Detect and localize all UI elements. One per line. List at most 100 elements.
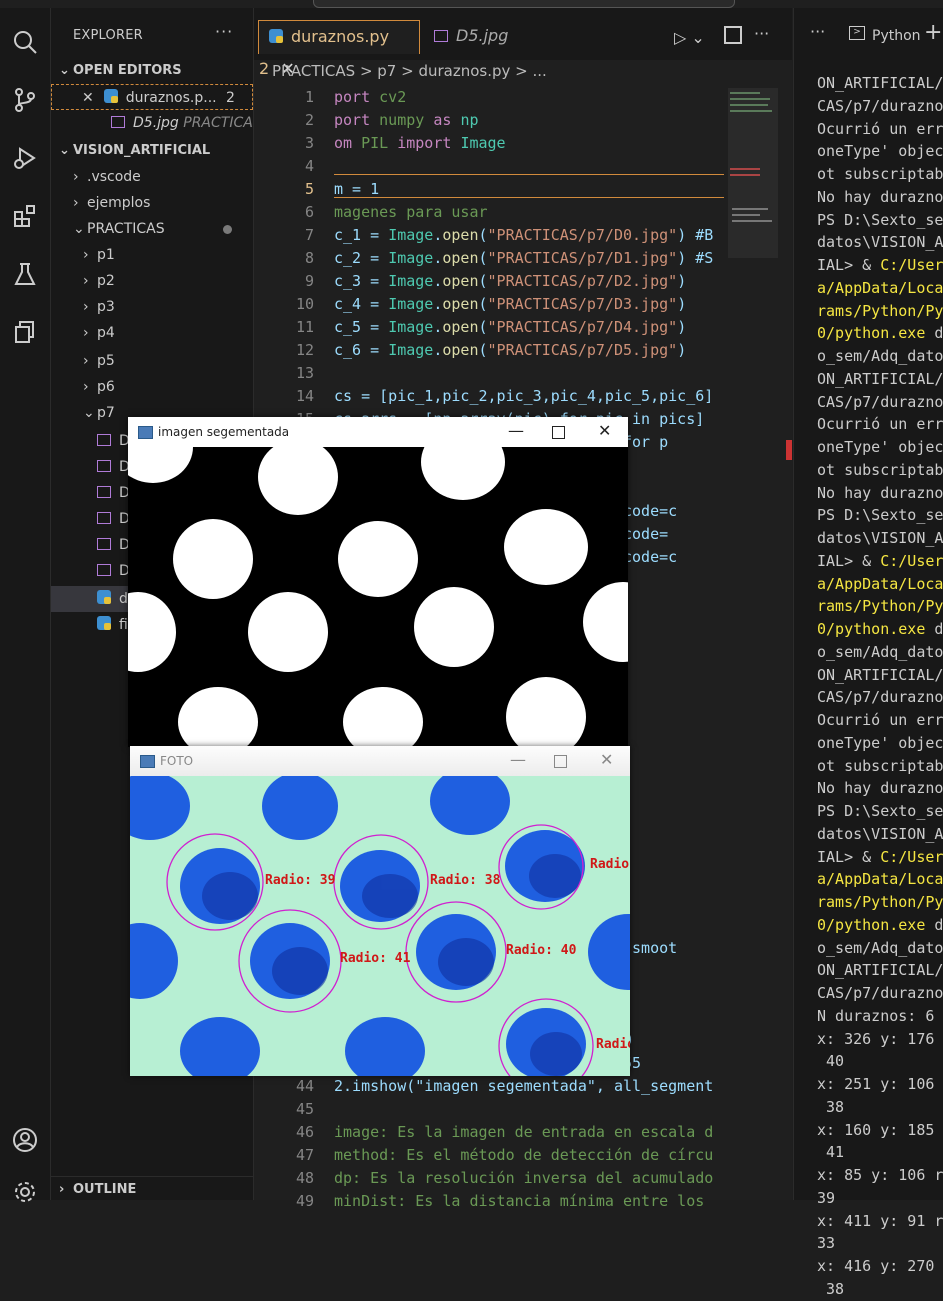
- window-titlebar[interactable]: imagen segementada — ✕: [128, 417, 628, 447]
- tree-label: p5: [97, 353, 115, 369]
- gear-icon[interactable]: [0, 1168, 50, 1216]
- python-file-icon: [269, 29, 283, 43]
- foto-window[interactable]: FOTO — ✕ Radio: 39 Radio: 38 Radio Radio…: [130, 746, 630, 1076]
- segmented-image-window[interactable]: imagen segementada — ✕: [128, 417, 628, 747]
- run-icon[interactable]: ▷ ⌄: [674, 28, 705, 47]
- extensions-icon[interactable]: [0, 192, 50, 240]
- code-line[interactable]: method: Es el método de detección de cír…: [334, 1144, 724, 1167]
- image-file-icon: [97, 538, 111, 550]
- code-line[interactable]: c_1 = Image.open("PRACTICAS/p7/D0.jpg") …: [334, 224, 724, 247]
- testing-icon[interactable]: [0, 250, 50, 298]
- terminal-line: datos\VISION_A: [817, 529, 943, 547]
- close-icon[interactable]: ✕: [598, 421, 611, 440]
- add-terminal-icon[interactable]: +: [924, 20, 942, 45]
- outline-label: OUTLINE: [73, 1182, 137, 1197]
- outline-section[interactable]: › OUTLINE: [51, 1176, 261, 1203]
- terminal-tab[interactable]: Python: [872, 28, 921, 44]
- code-line[interactable]: 2.imshow("imagen segementada", all_segme…: [334, 1075, 724, 1098]
- terminal-line: a/AppData/Loca: [817, 870, 943, 889]
- tree-label: p3: [97, 299, 115, 315]
- code-line[interactable]: c_5 = Image.open("PRACTICAS/p7/D4.jpg"): [334, 316, 724, 339]
- python-file-icon: [97, 590, 111, 604]
- tree-label: ejemplos: [87, 195, 151, 211]
- code-line[interactable]: m = 1: [334, 178, 724, 201]
- workspace-label: VISION_ARTIFICIAL: [73, 143, 211, 158]
- minimize-icon[interactable]: —: [508, 421, 524, 440]
- line-number: 10: [295, 295, 314, 313]
- tree-item[interactable]: › p1: [51, 242, 285, 268]
- radius-label: Radio: [596, 1037, 630, 1052]
- workspace-section[interactable]: ⌄ VISION_ARTIFICIAL: [51, 138, 261, 164]
- open-editors-section[interactable]: ⌄ OPEN EDITORS: [51, 58, 261, 84]
- window-titlebar[interactable]: FOTO — ✕: [130, 746, 630, 776]
- tree-item[interactable]: ⌄ PRACTICAS: [51, 216, 275, 242]
- code-line[interactable]: cs = [pic_1,pic_2,pic_3,pic_4,pic_5,pic_…: [334, 385, 724, 408]
- tree-item[interactable]: › p6: [51, 374, 285, 400]
- image-file-icon: [97, 434, 111, 446]
- code-line[interactable]: dp: Es la resolución inversa del acumula…: [334, 1167, 724, 1190]
- open-editor-name: duraznos.p...: [125, 90, 217, 106]
- account-icon[interactable]: [0, 1116, 50, 1164]
- radius-label: Radio: 39: [265, 873, 335, 888]
- tree-item[interactable]: › p3: [51, 294, 285, 320]
- maximize-icon[interactable]: [554, 755, 567, 768]
- line-number: 49: [295, 1192, 314, 1210]
- split-editor-icon[interactable]: [724, 26, 742, 44]
- copy-icon[interactable]: [0, 308, 50, 356]
- code-line[interactable]: c_6 = Image.open("PRACTICAS/p7/D5.jpg"): [334, 339, 724, 362]
- terminal-line: x: 251 y: 106: [817, 1075, 935, 1093]
- terminal-line: ON_ARTIFICIAL/: [817, 369, 943, 388]
- app-icon: [138, 426, 153, 439]
- more-actions-icon[interactable]: ···: [754, 24, 769, 43]
- tree-item[interactable]: › p4: [51, 320, 285, 346]
- tab-d5[interactable]: D5.jpg: [424, 20, 564, 54]
- code-line[interactable]: [334, 155, 724, 178]
- close-icon[interactable]: ✕: [82, 90, 94, 106]
- run-debug-icon[interactable]: [0, 134, 50, 182]
- tab-duraznos[interactable]: duraznos.py 2 ✕: [258, 20, 420, 78]
- terminal-line: oneType' object: [817, 438, 943, 456]
- code-line[interactable]: c_2 = Image.open("PRACTICAS/p7/D1.jpg") …: [334, 247, 724, 270]
- line-number: 12: [295, 341, 314, 359]
- line-number: 14: [295, 387, 314, 405]
- open-editors-label: OPEN EDITORS: [73, 63, 182, 78]
- search-icon[interactable]: [0, 18, 50, 66]
- code-line[interactable]: minDist: Es la distancia mínima entre lo…: [334, 1190, 724, 1213]
- minimize-icon[interactable]: —: [510, 750, 526, 769]
- scroll-error-marker: [786, 440, 792, 460]
- code-line[interactable]: port numpy as np: [334, 109, 724, 132]
- terminal-line: x: 85 y: 106 r: [817, 1166, 943, 1184]
- command-center[interactable]: [313, 0, 735, 8]
- terminal-line: x: 160 y: 185: [817, 1120, 935, 1139]
- close-icon[interactable]: ✕: [600, 750, 613, 769]
- terminal-panel: ··· > Python + ON_ARTIFICIAL/CAS/p7/dura…: [793, 8, 943, 1298]
- radius-label: Radio: 38: [430, 873, 501, 888]
- tree-item[interactable]: › ejemplos: [51, 190, 275, 216]
- terminal-output[interactable]: ON_ARTIFICIAL/CAS/p7/duraznos Ocurrió un …: [817, 72, 943, 1301]
- tree-item[interactable]: › p2: [51, 268, 285, 294]
- terminal-line: PS D:\Sexto_sem: [817, 506, 943, 525]
- code-line[interactable]: [334, 1098, 724, 1121]
- terminal-line: 0/python.exe d: [817, 324, 943, 343]
- terminal-line: oneType' object: [817, 142, 943, 161]
- more-actions-icon[interactable]: ···: [215, 22, 233, 41]
- breadcrumb[interactable]: PRACTICAS > p7 > duraznos.py > ...: [272, 62, 547, 80]
- tree-item[interactable]: › .vscode: [51, 164, 275, 190]
- code-line[interactable]: port cv2: [334, 86, 724, 109]
- tree-item[interactable]: › p5: [51, 348, 285, 374]
- window-title: FOTO: [160, 754, 194, 768]
- code-line[interactable]: image: Es la imagen de entrada en escala…: [334, 1121, 724, 1144]
- terminal-line: x: 411 y: 91 r: [817, 1211, 943, 1230]
- maximize-icon[interactable]: [552, 426, 565, 439]
- code-line[interactable]: magenes para usar: [334, 201, 724, 224]
- image-file-icon: [111, 116, 125, 128]
- code-line[interactable]: [334, 362, 724, 385]
- code-line[interactable]: c_3 = Image.open("PRACTICAS/p7/D2.jpg"): [334, 270, 724, 293]
- code-line[interactable]: c_4 = Image.open("PRACTICAS/p7/D3.jpg"): [334, 293, 724, 316]
- minimap[interactable]: [728, 88, 778, 258]
- more-actions-icon[interactable]: ···: [810, 22, 825, 41]
- terminal-line: 39: [817, 1188, 836, 1207]
- code-line[interactable]: om PIL import Image: [334, 132, 724, 155]
- open-editor-item[interactable]: ✕ duraznos.p... 2: [51, 84, 253, 110]
- source-control-icon[interactable]: [0, 76, 50, 124]
